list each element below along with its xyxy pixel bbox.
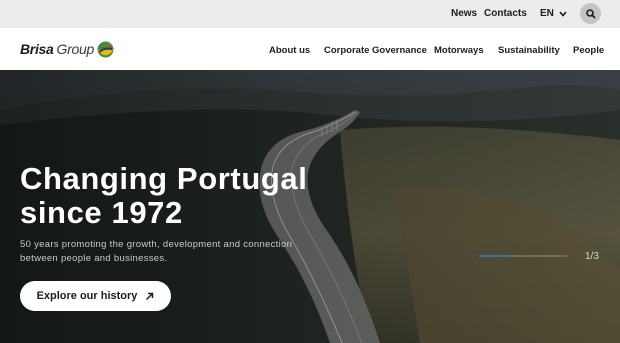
brisa-group-logo[interactable]: Brisa Group [20,40,114,58]
hero-subtitle: 50 years promoting the growth, developme… [20,238,310,265]
hero-title: Changing Portugal since 1972 [20,162,340,230]
language-label: EN [540,8,554,19]
hero-title-line-2: since 1972 [20,195,183,230]
explore-history-label: Explore our history [36,290,138,302]
slide-progress-fill [479,255,509,257]
explore-history-button[interactable]: Explore our history [20,281,171,311]
nav-sustainability[interactable]: Sustainability [498,45,560,56]
chevron-down-icon [559,10,567,17]
logo-wordmark-light: Group [56,41,95,57]
contacts-link[interactable]: Contacts [484,8,527,19]
hero-subtitle-line-1: 50 years promoting the growth, developme… [20,239,293,250]
hero-title-line-1: Changing Portugal [20,161,308,196]
hero-banner: Changing Portugal since 1972 50 years pr… [0,70,620,343]
slide-progress-bar[interactable] [479,255,567,257]
language-selector[interactable]: EN [540,8,567,19]
nav-motorways[interactable]: Motorways [434,45,484,56]
utility-bar: News Contacts EN [0,0,620,28]
arrow-up-right-icon [146,292,154,300]
hero-subtitle-line-2: between people and businesses. [20,252,168,264]
nav-people[interactable]: People [573,45,604,56]
slide-counter: 1/3 [585,251,599,262]
logo-emblem-icon [97,41,114,57]
nav-about-us[interactable]: About us [269,45,310,56]
search-icon [585,8,596,19]
main-navigation: Brisa Group About us Corporate Governanc… [0,28,620,70]
nav-corporate-governance[interactable]: Corporate Governance [324,45,427,56]
search-button[interactable] [580,3,601,24]
logo-wordmark-bold: Brisa [20,41,54,57]
news-link[interactable]: News [451,8,477,19]
